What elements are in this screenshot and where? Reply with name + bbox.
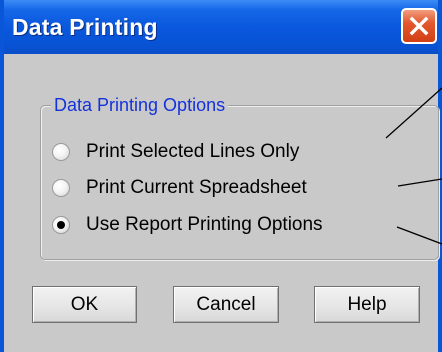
- screen: Data Printing Data Printing Options Prin…: [0, 0, 442, 352]
- cancel-button[interactable]: Cancel: [173, 286, 279, 323]
- group-legend: Data Printing Options: [51, 94, 229, 116]
- radio-label: Print Current Spreadsheet: [86, 177, 307, 198]
- dialog-body: Data Printing Options Print Selected Lin…: [4, 54, 439, 352]
- radio-use-report-printing-options[interactable]: Use Report Printing Options: [52, 211, 323, 239]
- ok-button[interactable]: OK: [32, 286, 137, 323]
- radio-label: Print Selected Lines Only: [86, 141, 300, 162]
- radio-button-icon: [52, 143, 70, 161]
- help-button[interactable]: Help: [314, 286, 420, 323]
- title-bar[interactable]: Data Printing: [4, 0, 438, 54]
- radio-label: Use Report Printing Options: [86, 214, 323, 235]
- radio-button-selected-icon: [52, 216, 70, 234]
- close-button[interactable]: [401, 8, 437, 44]
- radio-button-icon: [52, 179, 70, 197]
- close-icon: [409, 16, 429, 36]
- radio-print-current-spreadsheet[interactable]: Print Current Spreadsheet: [52, 174, 307, 202]
- dialog-title: Data Printing: [12, 14, 158, 40]
- radio-print-selected-lines[interactable]: Print Selected Lines Only: [52, 138, 299, 166]
- data-printing-dialog: Data Printing Data Printing Options Prin…: [0, 0, 442, 352]
- radio-dot-icon: [57, 221, 65, 229]
